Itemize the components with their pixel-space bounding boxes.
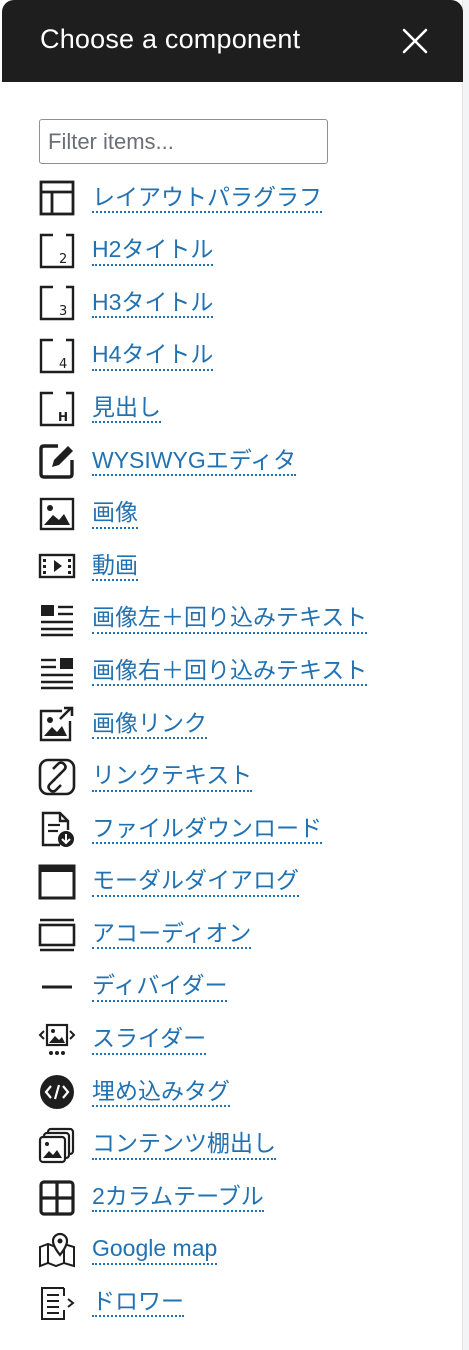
video-icon (38, 547, 76, 585)
list-item: 画像右＋回り込みテキスト (38, 645, 458, 698)
content-shelf-icon (38, 1126, 76, 1164)
component-link-content-shelf[interactable]: コンテンツ棚出し (92, 1130, 276, 1160)
svg-text:2: 2 (59, 252, 67, 267)
component-link-layout-paragraph[interactable]: レイアウトパラグラフ (92, 184, 322, 214)
slider-icon (38, 1021, 76, 1059)
image-icon (38, 495, 76, 533)
component-chooser-panel: Choose a component レイアウトパラグラフ 2 H2タイトル 3… (0, 0, 463, 1350)
list-item: ファイルダウンロード (38, 803, 458, 856)
list-item: 2カラムテーブル (38, 1171, 458, 1224)
list-item: リンクテキスト (38, 751, 458, 804)
list-item: ディバイダー (38, 961, 458, 1014)
svg-text:H: H (58, 410, 68, 424)
list-item: 画像 (38, 488, 458, 541)
component-link-slider[interactable]: スライダー (92, 1025, 207, 1055)
component-link-drawer[interactable]: ドロワー (92, 1288, 184, 1318)
component-link-h3-title[interactable]: H3タイトル (92, 289, 214, 319)
list-item: スライダー (38, 1014, 458, 1067)
component-link-h2-title[interactable]: H2タイトル (92, 236, 214, 266)
component-link-heading[interactable]: 見出し (92, 394, 161, 424)
table-icon (38, 1179, 76, 1217)
list-item: ドロワー (38, 1276, 458, 1329)
component-link-wysiwyg-editor[interactable]: WYSIWYGエディタ (92, 447, 297, 476)
panel-header: Choose a component (2, 0, 463, 82)
component-link-google-map[interactable]: Google map (92, 1235, 218, 1265)
link-icon (38, 758, 76, 796)
component-link-embed-tag[interactable]: 埋め込みタグ (92, 1078, 230, 1108)
svg-text:4: 4 (59, 357, 67, 372)
component-link-h4-title[interactable]: H4タイトル (92, 341, 214, 371)
component-list: レイアウトパラグラフ 2 H2タイトル 3 H3タイトル 4 H4タイトル H … (38, 172, 458, 1329)
component-link-modal-dialog[interactable]: モーダルダイアログ (92, 867, 299, 897)
accordion-icon (38, 916, 76, 954)
close-button[interactable] (401, 27, 429, 55)
close-icon (402, 28, 428, 54)
list-item: 4 H4タイトル (38, 330, 458, 383)
list-item: WYSIWYGエディタ (38, 435, 458, 488)
component-link-image-left-text[interactable]: 画像左＋回り込みテキスト (92, 604, 368, 634)
component-link-image[interactable]: 画像 (92, 499, 138, 529)
list-item: 画像左＋回り込みテキスト (38, 593, 458, 646)
edit-icon (38, 442, 76, 480)
modal-icon (38, 863, 76, 901)
filter-input[interactable] (39, 119, 328, 164)
component-link-divider[interactable]: ディバイダー (92, 972, 228, 1002)
component-link-accordion[interactable]: アコーディオン (92, 920, 252, 950)
list-item: コンテンツ棚出し (38, 1119, 458, 1172)
heading-4-icon: 4 (38, 337, 76, 375)
list-item: 埋め込みタグ (38, 1066, 458, 1119)
list-item: アコーディオン (38, 908, 458, 961)
heading-3-icon: 3 (38, 284, 76, 322)
svg-text:3: 3 (59, 304, 67, 319)
component-link-file-download[interactable]: ファイルダウンロード (92, 815, 322, 845)
list-item: レイアウトパラグラフ (38, 172, 458, 225)
component-link-video[interactable]: 動画 (92, 552, 138, 582)
list-item: 3 H3タイトル (38, 277, 458, 330)
component-link-link-text[interactable]: リンクテキスト (92, 762, 253, 792)
list-item: 画像リンク (38, 698, 458, 751)
image-right-text-icon (38, 653, 76, 691)
background-edge (463, 0, 469, 1350)
list-item: 2 H2タイトル (38, 225, 458, 278)
map-icon (38, 1231, 76, 1269)
file-download-icon (38, 810, 76, 848)
panel-title: Choose a component (40, 24, 301, 54)
image-left-text-icon (38, 600, 76, 638)
component-link-two-column-table[interactable]: 2カラムテーブル (92, 1183, 264, 1213)
list-item: H 見出し (38, 382, 458, 435)
component-link-image-right-text[interactable]: 画像右＋回り込みテキスト (92, 657, 368, 687)
layout-icon (38, 179, 76, 217)
list-item: モーダルダイアログ (38, 856, 458, 909)
embed-code-icon (38, 1073, 76, 1111)
component-link-image-link[interactable]: 画像リンク (92, 710, 207, 739)
heading-2-icon: 2 (38, 232, 76, 270)
list-item: Google map (38, 1224, 458, 1277)
image-link-icon (38, 705, 76, 743)
heading-icon: H (38, 390, 76, 428)
drawer-icon (38, 1284, 76, 1322)
divider-icon (38, 968, 76, 1006)
list-item: 動画 (38, 540, 458, 593)
